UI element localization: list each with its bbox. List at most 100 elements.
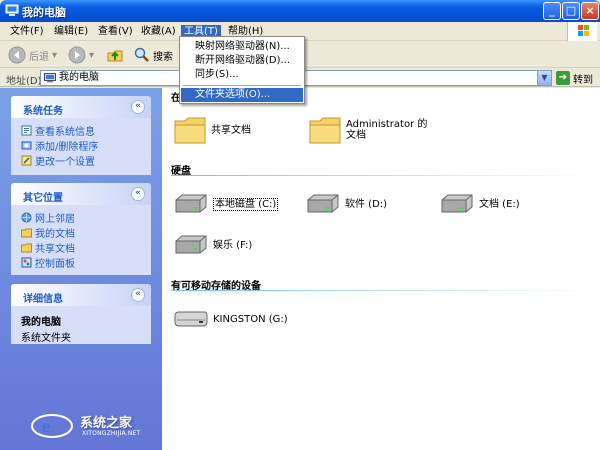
back-label: 后退: [29, 51, 49, 63]
address-dropdown-button[interactable]: ▼: [537, 71, 551, 85]
task-view-system-info[interactable]: 查看系统信息: [21, 123, 151, 138]
control-panel-icon: [21, 155, 32, 166]
menu-synchronize[interactable]: 同步(S)...: [181, 68, 303, 82]
go-label: 转到: [573, 74, 593, 86]
menu-file[interactable]: 文件(F): [7, 25, 47, 39]
hard-drive-icon: [307, 194, 339, 213]
details-box: 详细信息 « 我的电脑 系统文件夹: [11, 284, 151, 344]
computer-icon: [5, 4, 19, 16]
tools-dropdown-menu: 映射网络驱动器(N)... 断开网络驱动器(D)... 同步(S)... 文件夹…: [179, 36, 305, 104]
watermark-text: 系统之家: [80, 416, 133, 431]
place-shared-documents[interactable]: 共享文档: [21, 240, 151, 255]
content-pane: 在 共享文档 Administrator 的文档 硬盘 本地磁盘 (C:) 软件…: [162, 88, 600, 450]
close-button[interactable]: ×: [581, 2, 599, 20]
other-places-title: 其它位置: [23, 193, 63, 204]
minimize-button[interactable]: _: [543, 2, 561, 20]
hard-drive-icon: [441, 194, 473, 213]
drive-label: 本地磁盘 (C:): [213, 197, 279, 211]
add-remove-programs-icon: [21, 141, 32, 150]
folder-label: Administrator 的文档: [346, 119, 428, 141]
watermark: e 系统之家 XITONGZHIJIA.NET: [30, 408, 170, 442]
watermark-logo-icon: e: [31, 414, 73, 438]
menu-favorites[interactable]: 收藏(A): [138, 25, 179, 39]
computer-icon: [44, 73, 56, 83]
collapse-icon[interactable]: «: [131, 100, 145, 114]
details-name: 我的电脑: [21, 317, 61, 328]
menu-folder-options[interactable]: 文件夹选项(O)...: [181, 88, 303, 102]
place-control-panel[interactable]: 控制面板: [21, 255, 151, 270]
task-label: 更改一个设置: [35, 157, 95, 168]
place-my-documents[interactable]: 我的文档: [21, 225, 151, 240]
up-folder-icon: [107, 50, 123, 62]
other-places-header[interactable]: 其它位置 «: [11, 183, 151, 205]
folder-shared-documents[interactable]: 共享文档: [173, 115, 251, 145]
place-label: 网上邻居: [35, 214, 75, 225]
go-button[interactable]: ➔ 转到: [556, 70, 593, 86]
address-label: 地址(D): [6, 76, 42, 87]
search-label: 搜索: [153, 51, 173, 63]
task-add-remove-programs[interactable]: 添加/删除程序: [21, 138, 151, 153]
details-title: 详细信息: [23, 294, 63, 305]
drive-label: 娱乐 (F:): [213, 239, 253, 251]
folder-icon: [174, 117, 206, 144]
address-value: 我的电脑: [59, 72, 99, 83]
menu-disconnect-network-drive[interactable]: 断开网络驱动器(D)...: [181, 54, 303, 68]
menu-map-network-drive[interactable]: 映射网络驱动器(N)...: [181, 40, 303, 54]
hard-drive-icon: [175, 235, 207, 254]
section-divider: [171, 290, 591, 291]
drive-g-removable[interactable]: KINGSTON (G:): [173, 308, 288, 330]
documents-folder-icon: [21, 228, 32, 238]
drive-label: 文档 (E:): [479, 198, 520, 210]
menu-view[interactable]: 查看(V): [95, 25, 136, 39]
folder-icon: [309, 117, 341, 144]
collapse-icon[interactable]: «: [131, 187, 145, 201]
title-bar: 我的电脑 _ □ ×: [0, 0, 600, 22]
other-places-box: 其它位置 « 网上邻居 我的文档 共享文档 控制面板: [11, 183, 151, 275]
drive-d[interactable]: 软件 (D:): [305, 192, 387, 216]
drive-label: 软件 (D:): [345, 198, 388, 210]
up-folder-button[interactable]: [106, 45, 124, 65]
folder-administrator-documents[interactable]: Administrator 的文档: [308, 115, 434, 145]
section-divider: [171, 175, 591, 176]
details-subtitle: 系统文件夹: [21, 333, 71, 344]
system-tasks-box: 系统任务 « 查看系统信息 添加/删除程序 更改一个设置: [11, 96, 151, 175]
menu-edit[interactable]: 编辑(E): [51, 25, 91, 39]
windows-logo-icon: [567, 22, 597, 41]
menu-separator: [183, 85, 301, 86]
search-icon: [134, 47, 149, 62]
forward-arrow-icon: [68, 46, 86, 64]
task-pane: 系统任务 « 查看系统信息 添加/删除程序 更改一个设置 其它位置 « 网上邻居…: [0, 88, 162, 450]
place-label: 我的文档: [35, 229, 75, 240]
watermark-subtext: XITONGZHIJIA.NET: [82, 430, 141, 437]
removable-drive-icon: [174, 311, 208, 327]
place-label: 控制面板: [35, 259, 75, 270]
drive-e[interactable]: 文档 (E:): [439, 192, 520, 216]
hard-drive-icon: [175, 194, 207, 213]
drive-f[interactable]: 娱乐 (F:): [173, 233, 252, 257]
collapse-icon[interactable]: «: [131, 288, 145, 302]
svg-text:e: e: [42, 416, 50, 436]
system-tasks-header[interactable]: 系统任务 «: [11, 96, 151, 118]
control-panel-icon: [21, 257, 32, 268]
place-label: 共享文档: [35, 244, 75, 255]
chevron-down-icon: ▾: [89, 49, 95, 61]
go-arrow-icon: ➔: [556, 71, 570, 85]
chevron-down-icon: ▾: [52, 49, 58, 61]
network-icon: [21, 212, 32, 223]
details-header[interactable]: 详细信息 «: [11, 284, 151, 306]
back-arrow-icon: [8, 46, 26, 64]
shared-folder-icon: [21, 243, 32, 253]
task-change-setting[interactable]: 更改一个设置: [21, 153, 151, 168]
forward-button[interactable]: ▾: [68, 45, 94, 65]
task-label: 查看系统信息: [35, 127, 95, 138]
folder-label: 共享文档: [211, 124, 251, 136]
search-button[interactable]: 搜索: [134, 45, 173, 65]
maximize-button[interactable]: □: [562, 2, 580, 20]
system-info-icon: [21, 125, 32, 136]
back-button[interactable]: 后退 ▾: [8, 45, 57, 65]
task-label: 添加/删除程序: [35, 142, 99, 153]
place-network[interactable]: 网上邻居: [21, 210, 151, 225]
window-title: 我的电脑: [22, 6, 66, 19]
system-tasks-title: 系统任务: [23, 106, 63, 117]
drive-c[interactable]: 本地磁盘 (C:): [173, 192, 279, 216]
